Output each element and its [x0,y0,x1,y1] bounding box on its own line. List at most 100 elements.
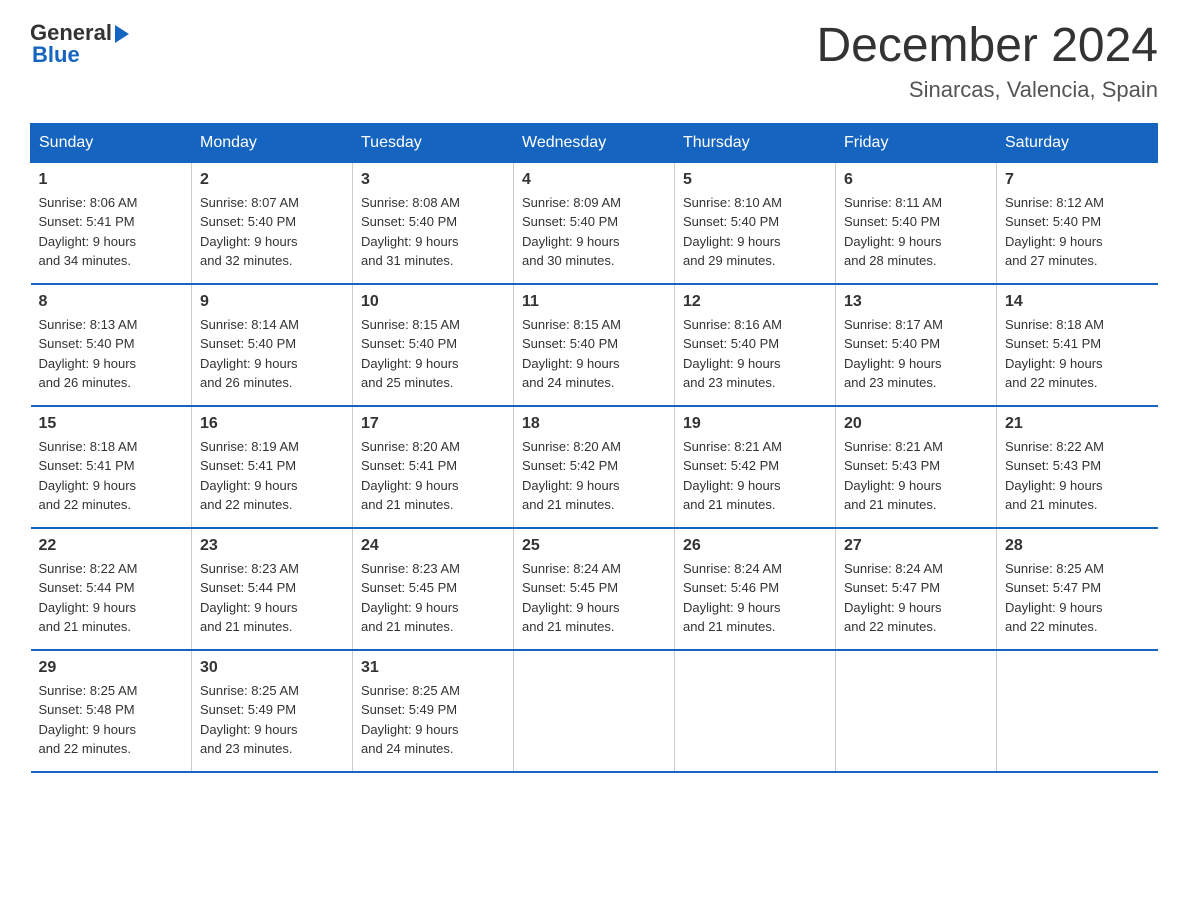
day-number: 4 [522,171,666,189]
col-sunday: Sunday [31,123,192,162]
day-number: 25 [522,537,666,555]
col-thursday: Thursday [675,123,836,162]
day-info: Sunrise: 8:24 AMSunset: 5:47 PMDaylight:… [844,561,943,635]
day-number: 30 [200,659,344,677]
day-info: Sunrise: 8:25 AMSunset: 5:49 PMDaylight:… [200,683,299,757]
day-number: 27 [844,537,988,555]
calendar-cell: 8 Sunrise: 8:13 AMSunset: 5:40 PMDayligh… [31,284,192,406]
col-saturday: Saturday [997,123,1158,162]
day-number: 21 [1005,415,1150,433]
day-info: Sunrise: 8:11 AMSunset: 5:40 PMDaylight:… [844,195,942,269]
calendar-cell: 31 Sunrise: 8:25 AMSunset: 5:49 PMDaylig… [353,650,514,772]
calendar-cell: 2 Sunrise: 8:07 AMSunset: 5:40 PMDayligh… [192,162,353,284]
day-number: 1 [39,171,184,189]
logo: General Blue [30,20,129,68]
day-info: Sunrise: 8:22 AMSunset: 5:44 PMDaylight:… [39,561,138,635]
day-number: 2 [200,171,344,189]
calendar-cell: 21 Sunrise: 8:22 AMSunset: 5:43 PMDaylig… [997,406,1158,528]
calendar-cell: 19 Sunrise: 8:21 AMSunset: 5:42 PMDaylig… [675,406,836,528]
day-info: Sunrise: 8:21 AMSunset: 5:43 PMDaylight:… [844,439,943,513]
calendar-cell [514,650,675,772]
title-section: December 2024 Sinarcas, Valencia, Spain [816,20,1158,103]
day-info: Sunrise: 8:25 AMSunset: 5:48 PMDaylight:… [39,683,138,757]
day-info: Sunrise: 8:25 AMSunset: 5:47 PMDaylight:… [1005,561,1104,635]
calendar-cell: 9 Sunrise: 8:14 AMSunset: 5:40 PMDayligh… [192,284,353,406]
calendar-cell: 11 Sunrise: 8:15 AMSunset: 5:40 PMDaylig… [514,284,675,406]
day-info: Sunrise: 8:14 AMSunset: 5:40 PMDaylight:… [200,317,299,391]
month-title: December 2024 [816,20,1158,73]
calendar-cell: 17 Sunrise: 8:20 AMSunset: 5:41 PMDaylig… [353,406,514,528]
day-number: 18 [522,415,666,433]
calendar-cell [997,650,1158,772]
header-row: Sunday Monday Tuesday Wednesday Thursday… [31,123,1158,162]
calendar-cell: 28 Sunrise: 8:25 AMSunset: 5:47 PMDaylig… [997,528,1158,650]
page-header: General Blue December 2024 Sinarcas, Val… [30,20,1158,103]
day-number: 16 [200,415,344,433]
day-info: Sunrise: 8:08 AMSunset: 5:40 PMDaylight:… [361,195,460,269]
day-info: Sunrise: 8:07 AMSunset: 5:40 PMDaylight:… [200,195,299,269]
calendar-cell: 18 Sunrise: 8:20 AMSunset: 5:42 PMDaylig… [514,406,675,528]
calendar-week-row: 29 Sunrise: 8:25 AMSunset: 5:48 PMDaylig… [31,650,1158,772]
calendar-cell: 25 Sunrise: 8:24 AMSunset: 5:45 PMDaylig… [514,528,675,650]
calendar-cell: 13 Sunrise: 8:17 AMSunset: 5:40 PMDaylig… [836,284,997,406]
calendar-cell: 14 Sunrise: 8:18 AMSunset: 5:41 PMDaylig… [997,284,1158,406]
day-info: Sunrise: 8:24 AMSunset: 5:45 PMDaylight:… [522,561,621,635]
calendar-cell: 6 Sunrise: 8:11 AMSunset: 5:40 PMDayligh… [836,162,997,284]
day-info: Sunrise: 8:06 AMSunset: 5:41 PMDaylight:… [39,195,138,269]
day-number: 10 [361,293,505,311]
day-number: 7 [1005,171,1150,189]
col-wednesday: Wednesday [514,123,675,162]
calendar-cell: 15 Sunrise: 8:18 AMSunset: 5:41 PMDaylig… [31,406,192,528]
day-number: 19 [683,415,827,433]
calendar-cell: 16 Sunrise: 8:19 AMSunset: 5:41 PMDaylig… [192,406,353,528]
day-info: Sunrise: 8:22 AMSunset: 5:43 PMDaylight:… [1005,439,1104,513]
day-number: 17 [361,415,505,433]
day-number: 24 [361,537,505,555]
day-info: Sunrise: 8:20 AMSunset: 5:41 PMDaylight:… [361,439,460,513]
day-info: Sunrise: 8:18 AMSunset: 5:41 PMDaylight:… [39,439,138,513]
day-number: 11 [522,293,666,311]
calendar-header: Sunday Monday Tuesday Wednesday Thursday… [31,123,1158,162]
day-info: Sunrise: 8:25 AMSunset: 5:49 PMDaylight:… [361,683,460,757]
calendar-cell: 5 Sunrise: 8:10 AMSunset: 5:40 PMDayligh… [675,162,836,284]
day-number: 29 [39,659,184,677]
day-info: Sunrise: 8:17 AMSunset: 5:40 PMDaylight:… [844,317,943,391]
location-subtitle: Sinarcas, Valencia, Spain [816,77,1158,103]
day-number: 26 [683,537,827,555]
calendar-table: Sunday Monday Tuesday Wednesday Thursday… [30,123,1158,773]
calendar-cell: 20 Sunrise: 8:21 AMSunset: 5:43 PMDaylig… [836,406,997,528]
calendar-cell [836,650,997,772]
logo-blue-text: Blue [32,42,80,68]
calendar-cell: 26 Sunrise: 8:24 AMSunset: 5:46 PMDaylig… [675,528,836,650]
day-number: 23 [200,537,344,555]
calendar-cell: 30 Sunrise: 8:25 AMSunset: 5:49 PMDaylig… [192,650,353,772]
day-number: 31 [361,659,505,677]
day-number: 12 [683,293,827,311]
day-info: Sunrise: 8:12 AMSunset: 5:40 PMDaylight:… [1005,195,1104,269]
day-number: 3 [361,171,505,189]
calendar-cell: 10 Sunrise: 8:15 AMSunset: 5:40 PMDaylig… [353,284,514,406]
day-info: Sunrise: 8:23 AMSunset: 5:45 PMDaylight:… [361,561,460,635]
day-info: Sunrise: 8:13 AMSunset: 5:40 PMDaylight:… [39,317,138,391]
calendar-body: 1 Sunrise: 8:06 AMSunset: 5:41 PMDayligh… [31,162,1158,772]
calendar-cell [675,650,836,772]
calendar-week-row: 22 Sunrise: 8:22 AMSunset: 5:44 PMDaylig… [31,528,1158,650]
calendar-week-row: 8 Sunrise: 8:13 AMSunset: 5:40 PMDayligh… [31,284,1158,406]
calendar-cell: 22 Sunrise: 8:22 AMSunset: 5:44 PMDaylig… [31,528,192,650]
day-info: Sunrise: 8:15 AMSunset: 5:40 PMDaylight:… [361,317,460,391]
day-info: Sunrise: 8:10 AMSunset: 5:40 PMDaylight:… [683,195,782,269]
day-number: 5 [683,171,827,189]
day-info: Sunrise: 8:18 AMSunset: 5:41 PMDaylight:… [1005,317,1104,391]
day-info: Sunrise: 8:20 AMSunset: 5:42 PMDaylight:… [522,439,621,513]
calendar-cell: 3 Sunrise: 8:08 AMSunset: 5:40 PMDayligh… [353,162,514,284]
calendar-cell: 1 Sunrise: 8:06 AMSunset: 5:41 PMDayligh… [31,162,192,284]
day-info: Sunrise: 8:24 AMSunset: 5:46 PMDaylight:… [683,561,782,635]
day-info: Sunrise: 8:16 AMSunset: 5:40 PMDaylight:… [683,317,782,391]
day-number: 22 [39,537,184,555]
day-info: Sunrise: 8:23 AMSunset: 5:44 PMDaylight:… [200,561,299,635]
col-friday: Friday [836,123,997,162]
day-info: Sunrise: 8:15 AMSunset: 5:40 PMDaylight:… [522,317,621,391]
calendar-cell: 29 Sunrise: 8:25 AMSunset: 5:48 PMDaylig… [31,650,192,772]
day-number: 13 [844,293,988,311]
calendar-week-row: 1 Sunrise: 8:06 AMSunset: 5:41 PMDayligh… [31,162,1158,284]
